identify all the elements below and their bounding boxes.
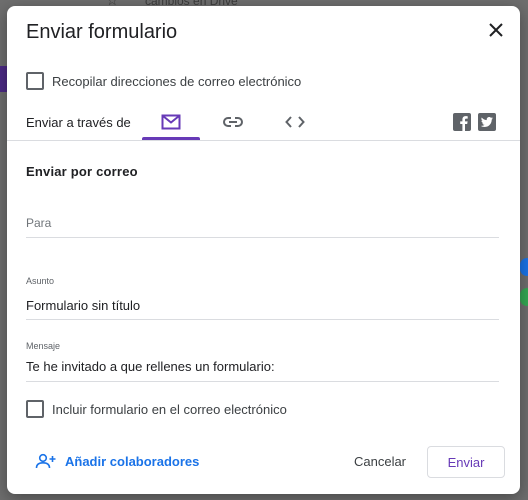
subject-field[interactable]: Formulario sin título bbox=[26, 298, 499, 320]
send-form-dialog: Enviar formulario Recopilar direcciones … bbox=[7, 6, 520, 494]
collect-emails-label: Recopilar direcciones de correo electrón… bbox=[52, 74, 302, 89]
message-field[interactable]: Te he invitado a que rellenes un formula… bbox=[26, 359, 499, 382]
subject-label: Asunto bbox=[26, 276, 55, 286]
close-icon bbox=[489, 23, 503, 37]
include-form-checkbox[interactable] bbox=[26, 400, 44, 418]
add-collaborators-label: Añadir colaboradores bbox=[65, 453, 200, 469]
background-avatar bbox=[520, 258, 528, 276]
tabs-divider bbox=[7, 140, 520, 141]
include-form-label: Incluir formulario en el correo electrón… bbox=[52, 402, 287, 417]
dialog-title: Enviar formulario bbox=[26, 21, 178, 43]
background-avatar bbox=[520, 288, 528, 306]
send-via-label: Enviar a través de bbox=[26, 115, 131, 130]
facebook-icon bbox=[460, 116, 468, 131]
message-value: Te he invitado a que rellenes un formula… bbox=[26, 359, 275, 374]
share-facebook-button[interactable] bbox=[453, 113, 471, 131]
link-icon bbox=[223, 117, 243, 127]
twitter-icon bbox=[480, 117, 493, 127]
tab-link[interactable] bbox=[204, 104, 262, 140]
to-placeholder: Para bbox=[26, 216, 52, 230]
cancel-button[interactable]: Cancelar bbox=[341, 446, 419, 476]
add-collaborators-button[interactable]: Añadir colaboradores bbox=[35, 453, 199, 469]
mail-icon bbox=[161, 114, 181, 130]
subject-value: Formulario sin título bbox=[26, 298, 141, 313]
message-label: Mensaje bbox=[26, 341, 61, 351]
embed-code-icon bbox=[285, 116, 305, 128]
share-twitter-button[interactable] bbox=[478, 113, 496, 131]
tab-email[interactable] bbox=[142, 104, 200, 140]
send-button[interactable]: Enviar bbox=[427, 446, 505, 478]
add-person-icon bbox=[35, 453, 56, 469]
tab-embed[interactable] bbox=[266, 104, 324, 140]
close-button[interactable] bbox=[486, 20, 506, 40]
background-header-strip bbox=[0, 66, 7, 92]
email-section-title: Enviar por correo bbox=[26, 164, 138, 179]
collect-emails-checkbox[interactable] bbox=[26, 72, 44, 90]
to-field[interactable]: Para bbox=[26, 216, 499, 238]
